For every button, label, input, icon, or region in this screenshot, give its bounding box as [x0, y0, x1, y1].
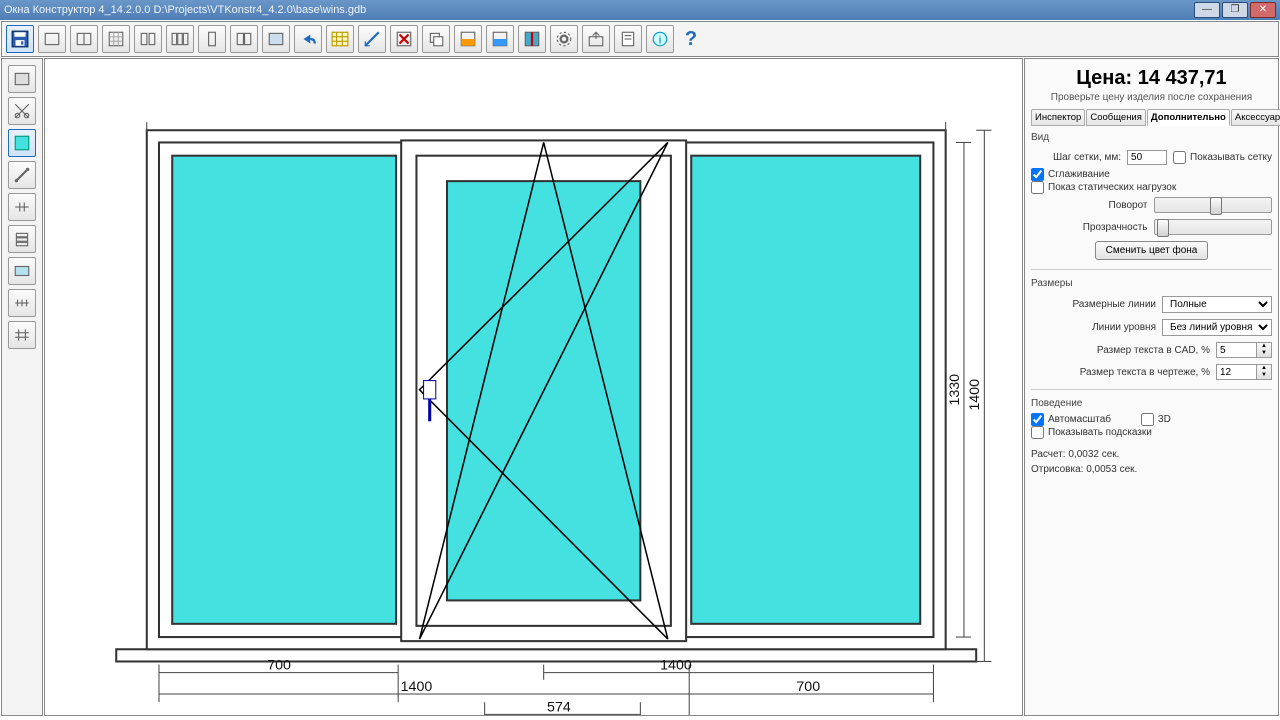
glass-tool[interactable] — [8, 129, 36, 157]
scissors-tool[interactable] — [8, 97, 36, 125]
cad-text-spinner[interactable]: ▲▼ — [1256, 342, 1272, 358]
stack-tool[interactable] — [8, 225, 36, 253]
grid-step-label: Шаг сетки, мм: — [1031, 152, 1121, 163]
opacity-label: Прозрачность — [1031, 222, 1148, 233]
threeD-checkbox[interactable] — [1141, 413, 1154, 426]
side-panel: Цена: 14 437,71 Проверьте цену изделия п… — [1024, 58, 1279, 716]
calc-timing: Расчет: 0,0032 сек. — [1031, 449, 1272, 460]
dim-right: 700 — [796, 679, 820, 695]
triple-panel-icon[interactable] — [166, 25, 194, 53]
price-note: Проверьте цену изделия после сохранения — [1031, 92, 1272, 103]
draw-text-spinner[interactable]: ▲▼ — [1256, 364, 1272, 380]
minimize-button[interactable]: — — [1194, 2, 1220, 18]
tab-messages[interactable]: Сообщения — [1086, 109, 1146, 126]
select-tool[interactable] — [8, 65, 36, 93]
level-lines-select[interactable]: Без линий уровня — [1162, 319, 1272, 336]
dim-lines-label: Размерные линии — [1031, 299, 1156, 310]
price-display: Цена: 14 437,71 — [1031, 67, 1272, 90]
right-pane[interactable] — [691, 156, 920, 624]
copy-icon[interactable] — [422, 25, 450, 53]
titlebar: Окна Конструктор 4_14.2.0.0 D:\Projects\… — [0, 0, 1280, 20]
report-icon[interactable] — [614, 25, 642, 53]
draw-text-input[interactable] — [1216, 364, 1256, 380]
dim-h-inner: 1330 — [947, 374, 963, 406]
rotation-slider[interactable] — [1154, 197, 1273, 213]
dim-lines-select[interactable]: Полные — [1162, 296, 1272, 313]
mullion-icon[interactable] — [230, 25, 258, 53]
save-icon[interactable] — [6, 25, 34, 53]
dim-center: 574 — [547, 699, 571, 715]
window-vertical-icon[interactable] — [70, 25, 98, 53]
fill-orange-icon[interactable] — [454, 25, 482, 53]
measure-icon[interactable] — [358, 25, 386, 53]
tab-extra[interactable]: Дополнительно — [1147, 109, 1230, 126]
cut-tool[interactable] — [8, 193, 36, 221]
section-view: Вид — [1031, 132, 1272, 143]
autoscale-checkbox[interactable] — [1031, 413, 1044, 426]
close-button[interactable]: ✕ — [1250, 2, 1276, 18]
draw-timing: Отрисовка: 0,0053 сек. — [1031, 464, 1272, 475]
dim-h-total: 1400 — [967, 379, 983, 411]
show-grid-checkbox[interactable] — [1173, 151, 1186, 164]
static-loads-checkbox[interactable] — [1031, 181, 1044, 194]
column-icon[interactable] — [198, 25, 226, 53]
grid-icon[interactable] — [102, 25, 130, 53]
cad-text-label: Размер текста в CAD, % — [1031, 345, 1210, 356]
opacity-slider[interactable] — [1154, 219, 1273, 235]
section-sizes: Размеры — [1031, 278, 1272, 289]
color-tool[interactable] — [8, 257, 36, 285]
svg-text:i: i — [659, 35, 662, 47]
panel-tabs: Инспектор Сообщения Дополнительно Аксесс… — [1031, 109, 1272, 126]
level-lines-label: Линии уровня — [1031, 322, 1156, 333]
tab-accessories[interactable]: Аксессуары — [1231, 109, 1280, 126]
cad-text-input[interactable] — [1216, 342, 1256, 358]
table-icon[interactable] — [326, 25, 354, 53]
split-icon[interactable] — [518, 25, 546, 53]
main-toolbar: i ? — [1, 21, 1279, 57]
line-tool[interactable] — [8, 161, 36, 189]
drawing-canvas[interactable]: 1330 1400 700 1400 1400 — [44, 58, 1023, 716]
smoothing-checkbox[interactable] — [1031, 168, 1044, 181]
dim-left: 700 — [267, 658, 291, 674]
tooltips-checkbox[interactable] — [1031, 426, 1044, 439]
rotation-label: Поворот — [1031, 200, 1148, 211]
delete-icon[interactable] — [390, 25, 418, 53]
section-behavior: Поведение — [1031, 398, 1272, 409]
window-title: Окна Конструктор 4_14.2.0.0 D:\Projects\… — [4, 4, 1194, 16]
window-single-icon[interactable] — [38, 25, 66, 53]
double-panel-icon[interactable] — [134, 25, 162, 53]
fill-blue-icon[interactable] — [486, 25, 514, 53]
left-pane[interactable] — [172, 156, 396, 624]
tab-inspector[interactable]: Инспектор — [1031, 109, 1085, 126]
grid-step-input[interactable] — [1127, 150, 1167, 165]
draw-text-label: Размер текста в чертеже, % — [1031, 367, 1210, 378]
maximize-button[interactable]: ❐ — [1222, 2, 1248, 18]
info-icon[interactable]: i — [646, 25, 674, 53]
dim-mid2: 1400 — [401, 679, 433, 695]
hatch1-tool[interactable] — [8, 289, 36, 317]
hatch2-tool[interactable] — [8, 321, 36, 349]
gear-icon[interactable] — [550, 25, 578, 53]
export-icon[interactable] — [582, 25, 610, 53]
undo-icon[interactable] — [294, 25, 322, 53]
tool-palette — [1, 58, 43, 716]
change-bg-button[interactable]: Сменить цвет фона — [1095, 241, 1209, 260]
help-icon[interactable]: ? — [678, 26, 704, 52]
dim-mid: 1400 — [660, 658, 692, 674]
glazing-icon[interactable] — [262, 25, 290, 53]
